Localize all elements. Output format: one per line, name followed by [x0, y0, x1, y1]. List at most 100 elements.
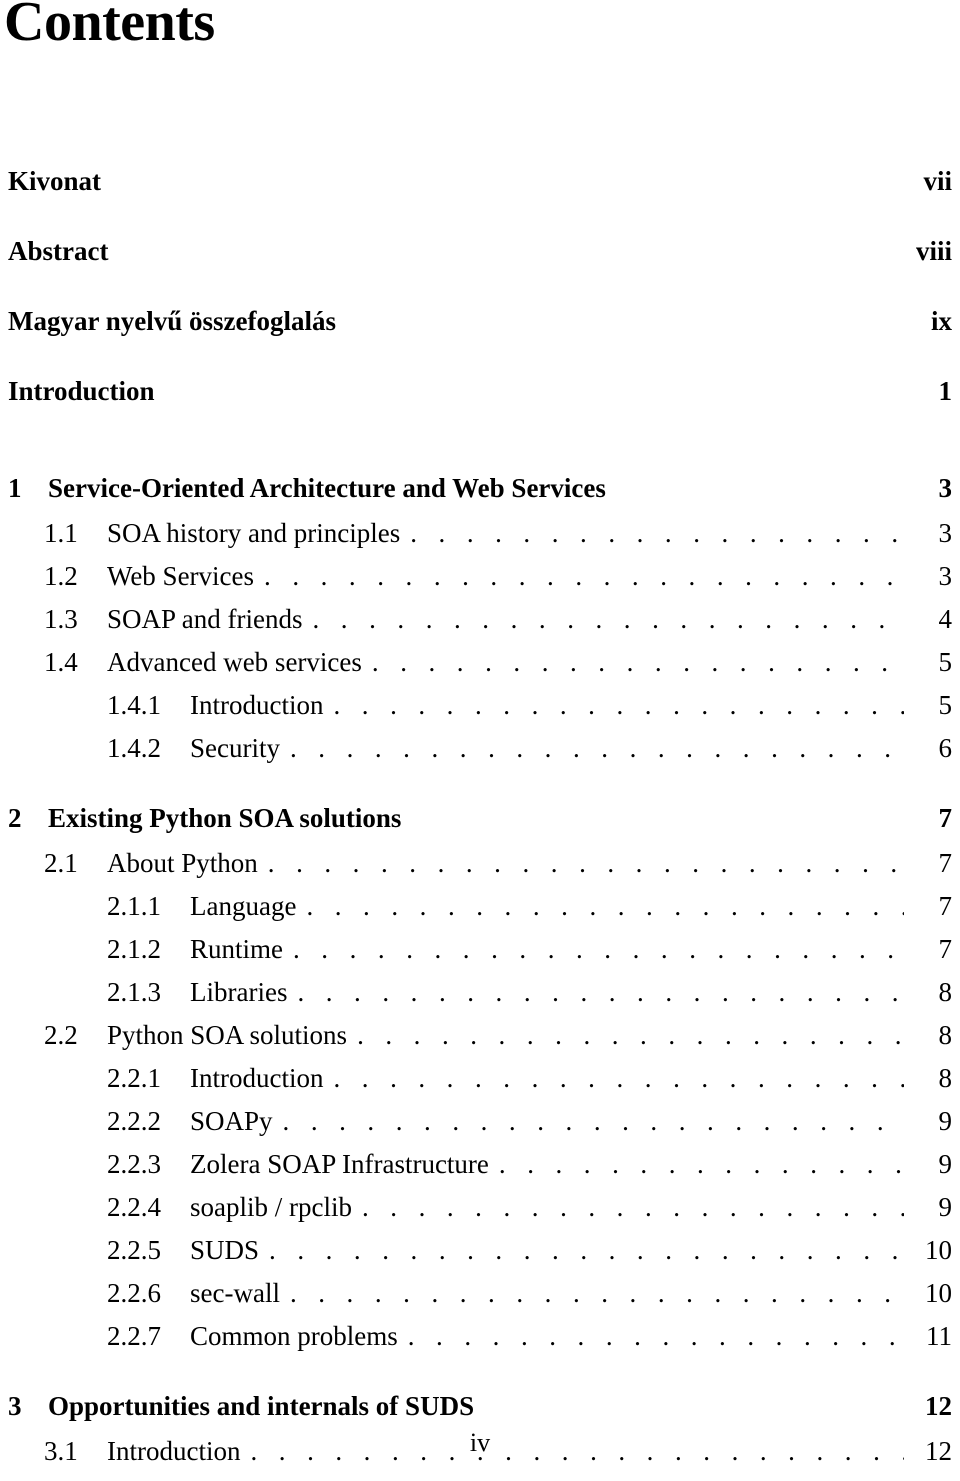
toc-dot-leader: . . . . . . . . . . . . . . . . . . . . … — [283, 1108, 904, 1135]
toc-dot-leader: . . . . . . . . . . . . . . . . . . . . … — [297, 979, 904, 1006]
toc-entry[interactable]: 1.1 SOA history and principles . . . . . .… — [0, 520, 960, 563]
toc-entry[interactable]: 1.4 Advanced web services . . . . . . . . … — [0, 649, 960, 692]
toc-dot-leader-dots: . . . . . . . . . . . . . . . . . . . . … — [264, 563, 904, 590]
toc-entry-number: 1.3 — [44, 604, 78, 634]
toc-entry[interactable]: 2 Existing Python SOA solutions . . . . . … — [0, 805, 960, 850]
toc-dot-leader-dots: . . . . . . . . . . . . . . . . . . . . … — [293, 936, 904, 963]
toc-dot-leader-dots: . . . . . . . . . . . . . . . . . . . . … — [289, 1280, 904, 1307]
toc-entry[interactable]: 2.1.2 Runtime . . . . . . . . . . . . . . … — [0, 936, 960, 979]
toc-entry[interactable]: Kivonat . . . . . . . . . . . . . . . . .… — [0, 168, 960, 238]
toc-entry-page-number: 11 — [926, 1321, 952, 1351]
toc-entry-page-number: 7 — [938, 848, 953, 878]
toc-entry-label: Introduction — [8, 376, 155, 406]
toc-entry-number: 2.1.1 — [107, 891, 161, 921]
toc-entry-page-number: 9 — [938, 1149, 953, 1179]
toc-entry[interactable]: 2.2.2 SOAPy . . . . . . . . . . . . . . . … — [0, 1108, 960, 1151]
toc-dot-leader-dots: . . . . . . . . . . . . . . . . . . . . … — [361, 1194, 904, 1221]
toc-dot-leader: . . . . . . . . . . . . . . . . . . . . … — [269, 1237, 904, 1264]
toc-entry[interactable]: Magyar nyelvű összefoglalás . . . . . . .… — [0, 308, 960, 378]
toc-entry-label: Security — [190, 733, 280, 763]
toc-entry[interactable]: 2.2.7 Common problems . . . . . . . . . . … — [0, 1323, 960, 1366]
toc-entry-number: 2.2.4 — [107, 1192, 161, 1222]
toc-entry[interactable]: 1 Service-Oriented Architecture and Web S… — [0, 475, 960, 520]
toc-entry[interactable]: 1.3 SOAP and friends . . . . . . . . . . .… — [0, 606, 960, 649]
toc-entry-number: 3 — [8, 1391, 22, 1421]
toc-entry-number: 2.2.5 — [107, 1235, 161, 1265]
toc-dot-leader-dots: . . . . . . . . . . . . . . . . . . . . … — [297, 979, 904, 1006]
toc-entry-page-number: 12 — [925, 1391, 952, 1421]
toc-dot-leader: . . . . . . . . . . . . . . . . . . . . … — [306, 893, 904, 920]
toc-entry-label: SUDS — [190, 1235, 260, 1265]
toc-entry[interactable]: 2.1.3 Libraries . . . . . . . . . . . . . … — [0, 979, 960, 1022]
toc-dot-leader-dots: . . . . . . . . . . . . . . . . . . . . … — [333, 692, 904, 719]
toc-entry-label: Service-Oriented Architecture and Web Se… — [48, 473, 606, 503]
toc-dot-leader-dots: . . . . . . . . . . . . . . . . . . . . … — [312, 606, 905, 633]
toc-entry-page-number: 6 — [938, 733, 953, 763]
toc-page: Contents Kivonat . . . . . . . . . . . . … — [0, 0, 960, 1466]
toc-entry[interactable]: 2.2.3 Zolera SOAP Infrastructure . . . . .… — [0, 1151, 960, 1194]
toc-dot-leader: . . . . . . . . . . . . . . . . . . . . … — [616, 475, 904, 502]
toc-dot-leader-dots: . . . . . . . . . . . . . . . . . . . . … — [282, 1108, 904, 1135]
toc-entry[interactable]: 2.2.6 sec-wall . . . . . . . . . . . . . .… — [0, 1280, 960, 1323]
toc-entry[interactable]: 2.2.5 SUDS . . . . . . . . . . . . . . . .… — [0, 1237, 960, 1280]
toc-entry-page-number: ix — [930, 306, 952, 336]
toc-dot-leader: . . . . . . . . . . . . . . . . . . . . … — [499, 1151, 904, 1178]
toc-entry-label: sec-wall — [190, 1278, 280, 1308]
toc-dot-leader: . . . . . . . . . . . . . . . . . . . . … — [410, 520, 904, 547]
toc-dot-leader: . . . . . . . . . . . . . . . . . . . . … — [293, 936, 904, 963]
toc-entry-number: 2.2.7 — [107, 1321, 161, 1351]
toc-entry-number: 2.2.6 — [107, 1278, 161, 1308]
toc-entry-page-number: 4 — [938, 604, 953, 634]
toc-dot-leader: . . . . . . . . . . . . . . . . . . . . … — [290, 1280, 904, 1307]
toc-entry-page-number: 9 — [938, 1192, 953, 1222]
toc-entry[interactable]: 2.2.1 Introduction . . . . . . . . . . . .… — [0, 1065, 960, 1108]
toc-entry-page-number: 10 — [925, 1278, 952, 1308]
toc-entry-page-number: vii — [923, 166, 952, 196]
toc-entry[interactable]: Introduction . . . . . . . . . . . . . . … — [0, 378, 960, 448]
toc-entry[interactable]: 1.2 Web Services . . . . . . . . . . . . .… — [0, 563, 960, 606]
toc-entry[interactable]: 2.2.4 soaplib / rpclib . . . . . . . . . .… — [0, 1194, 960, 1237]
toc-entry[interactable]: 2.1 About Python . . . . . . . . . . . . .… — [0, 850, 960, 893]
toc-entry-number: 1.4.2 — [107, 733, 161, 763]
toc-dot-leader-dots: . . . . . . . . . . . . . . . . . . . . … — [267, 850, 904, 877]
toc-entry[interactable]: 1.4.1 Introduction . . . . . . . . . . . .… — [0, 692, 960, 735]
toc-entry-page-number: 8 — [938, 1020, 953, 1050]
toc-dot-leader-dots: . . . . . . . . . . . . . . . . . . . . … — [498, 1151, 904, 1178]
toc-entry-page-number: 5 — [938, 647, 953, 677]
toc-entry[interactable]: 2.1.1 Language . . . . . . . . . . . . . .… — [0, 893, 960, 936]
toc-dot-leader: . . . . . . . . . . . . . . . . . . . . … — [264, 563, 904, 590]
toc-entry-page-number: 9 — [938, 1106, 953, 1136]
toc-entry-label: Abstract — [8, 236, 109, 266]
toc-dot-leader: . . . . . . . . . . . . . . . . . . . . … — [118, 238, 904, 265]
toc-entry[interactable]: 2.2 Python SOA solutions . . . . . . . . .… — [0, 1022, 960, 1065]
toc-dot-leader: . . . . . . . . . . . . . . . . . . . . … — [372, 649, 904, 676]
toc-entry-list: Kivonat . . . . . . . . . . . . . . . . .… — [0, 168, 960, 1481]
toc-entry-page-number: 8 — [938, 977, 953, 1007]
toc-dot-leader: . . . . . . . . . . . . . . . . . . . . … — [357, 1022, 904, 1049]
toc-entry-number: 2 — [8, 803, 22, 833]
toc-entry-label: Libraries — [190, 977, 288, 1007]
toc-entry-page-number: 3 — [938, 561, 953, 591]
toc-entry-number: 1.1 — [44, 518, 78, 548]
toc-dot-leader-dots: . . . . . . . . . . . . . . . . . . . . … — [407, 1323, 904, 1350]
toc-dot-leader-dots: . . . . . . . . . . . . . . . . . . . . … — [269, 1237, 904, 1264]
toc-entry-number: 2.2.2 — [107, 1106, 161, 1136]
toc-entry-page-number: 7 — [938, 803, 953, 833]
toc-entry-page-number: 5 — [938, 690, 953, 720]
toc-dot-leader-dots: . . . . . . . . . . . . . . . . . . . . … — [410, 520, 904, 547]
toc-entry-label: soaplib / rpclib — [190, 1192, 352, 1222]
toc-entry-number: 2.1 — [44, 848, 78, 878]
toc-entry[interactable]: Abstract . . . . . . . . . . . . . . . . … — [0, 238, 960, 308]
toc-dot-leader-dots: . . . . . . . . . . . . . . . . . . . . … — [371, 649, 904, 676]
toc-dot-leader: . . . . . . . . . . . . . . . . . . . . … — [408, 1323, 904, 1350]
toc-entry-page-number: 10 — [925, 1235, 952, 1265]
toc-entry-number: 2.1.2 — [107, 934, 161, 964]
toc-entry-label: Kivonat — [8, 166, 102, 196]
toc-entry-label: Runtime — [190, 934, 283, 964]
toc-dot-leader: . . . . . . . . . . . . . . . . . . . . … — [268, 850, 904, 877]
toc-entry-label: Common problems — [190, 1321, 398, 1351]
toc-entry[interactable]: 1.4.2 Security . . . . . . . . . . . . . .… — [0, 735, 960, 778]
toc-entry-label: SOA history and principles — [107, 518, 401, 548]
toc-entry-label: Introduction — [190, 690, 324, 720]
toc-entry-page-number: viii — [915, 236, 952, 266]
